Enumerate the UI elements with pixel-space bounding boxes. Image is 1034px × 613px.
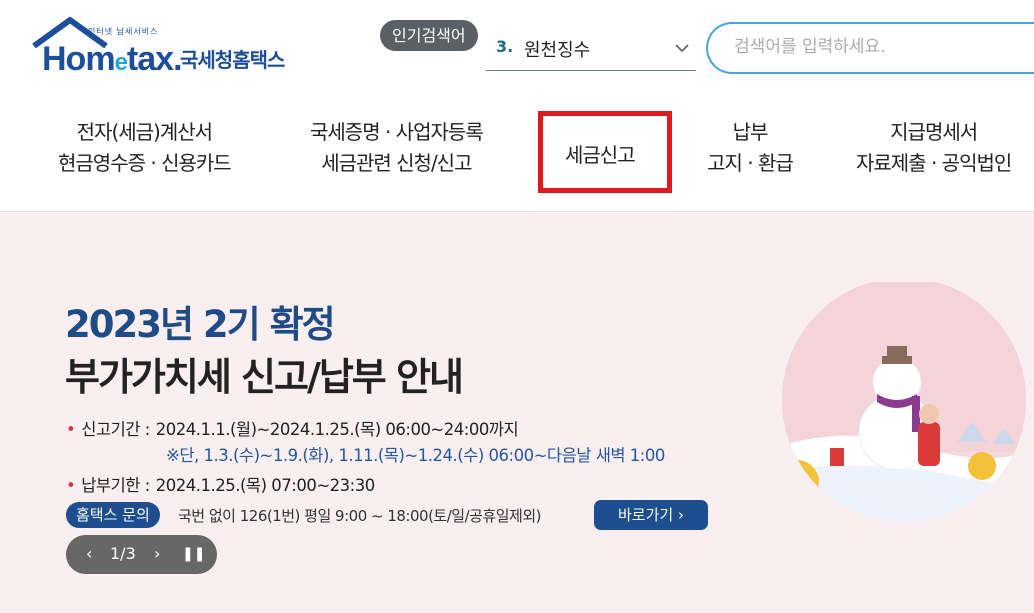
nav-item-statements[interactable]: 지급명세서 자료제출 · 공익법인 [856,117,1012,179]
pager-indicator: 1/3 [110,544,136,563]
banner-title-line2: 부가가치세 신고/납부 안내 [65,355,464,399]
vat-banner[interactable]: 2023년 2기 확정 부가가치세 신고/납부 안내 • 신고기간 :2024.1… [0,212,1034,613]
filing-period-note: ※단, 1.3.(수)~1.9.(화), 1.11.(목)~1.24.(수) 0… [166,446,665,465]
inquiry-badge: 홈택스 문의 [66,502,160,528]
bullet-icon: • [66,420,76,439]
nav-item-certificates[interactable]: 국세증명 · 사업자등록 세금관련 신청/신고 [310,117,484,179]
prev-slide-icon[interactable]: ‹ [86,544,92,563]
popular-search-keyword: 원천징수 [524,40,591,61]
logo-subtitle: 인터넷 납세서비스 [88,27,159,36]
search-input[interactable] [732,36,1034,58]
filing-period-row: • 신고기간 :2024.1.1.(월)~2024.1.25.(목) 06:00~… [66,420,519,439]
popular-search-dropdown[interactable]: 3. 원천징수 [486,30,696,71]
nav-item-e-invoice[interactable]: 전자(세금)계산서 현금영수증 · 신용카드 [58,117,232,179]
svg-text:₩: ₩ [787,470,807,494]
popular-search-badge: 인기검색어 [380,20,478,51]
pause-icon[interactable]: ❚❚ [182,546,205,562]
inquiry-text: 국번 없이 126(1번) 평일 9:00 ~ 18:00(토/일/공휴일제외) [178,507,541,525]
winter-snowman-illustration: ₩ [782,282,1026,522]
popular-search-rank: 3. [496,37,514,56]
banner-pager: ‹ 1/3 › ❚❚ [66,535,217,574]
search-field[interactable] [706,22,1034,74]
logo-korean-name: 국세청홈택스 [180,48,285,72]
logo-brand: Hometax. [42,40,183,78]
header: 인터넷 납세서비스 Hometax. 국세청홈택스 인기검색어 3. 원천징수 [0,0,1034,95]
go-button[interactable]: 바로가기 › [594,500,708,530]
chevron-right-icon: › [677,506,684,524]
bullet-icon: • [66,476,76,495]
payment-deadline-row: • 납부기한 :2024.1.25.(목) 07:00~23:30 [66,476,375,495]
chevron-down-icon [675,44,689,53]
hometax-logo[interactable]: 인터넷 납세서비스 Hometax. 국세청홈택스 [30,14,310,84]
next-slide-icon[interactable]: › [154,544,160,563]
nav-item-payment[interactable]: 납부 고지 · 환급 [700,117,800,179]
banner-title-line1: 2023년 2기 확정 [65,303,336,346]
main-nav: 전자(세금)계산서 현금영수증 · 신용카드 국세증명 · 사업자등록 세금관련… [0,95,1034,212]
tax-filing-highlight-box [538,111,672,193]
